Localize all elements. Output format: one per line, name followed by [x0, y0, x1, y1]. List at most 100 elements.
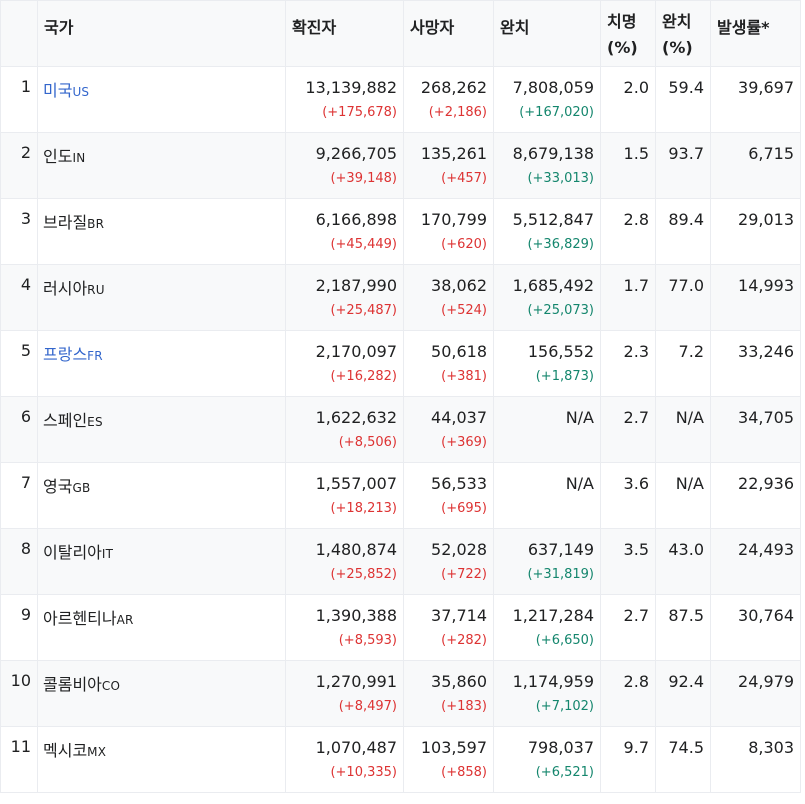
deaths-delta: (+381)	[441, 369, 487, 384]
country-cell[interactable]: 미국US	[37, 66, 286, 133]
confirmed-value: 2,187,990	[315, 276, 397, 295]
confirmed-delta: (+25,487)	[330, 303, 397, 318]
incidence-value: 6,715	[748, 144, 794, 163]
confirmed-value: 1,480,874	[315, 540, 397, 559]
header-row: 국가 확진자 사망자 완치 치명 (%) 완치 (%) 발생률*	[0, 0, 801, 67]
country-name-link[interactable]: 프랑스FR	[43, 345, 103, 364]
country-name-link[interactable]: 미국US	[43, 81, 89, 100]
header-recovered[interactable]: 완치	[493, 0, 601, 67]
header-country[interactable]: 국가	[37, 0, 286, 67]
country-cell: 러시아RU	[37, 264, 286, 331]
country-code: GB	[72, 481, 91, 495]
fatality-cell: 2.7	[600, 594, 656, 661]
deaths-delta: (+183)	[441, 699, 487, 714]
confirmed-value: 6,166,898	[315, 210, 397, 229]
deaths-delta: (+620)	[441, 237, 487, 252]
recovered-delta: (+33,013)	[527, 171, 594, 186]
rank-cell: 7	[0, 462, 38, 529]
header-deaths[interactable]: 사망자	[403, 0, 494, 67]
fatality-cell: 2.8	[600, 660, 656, 727]
country-name: 영국GB	[43, 477, 90, 496]
header-confirmed[interactable]: 확진자	[285, 0, 404, 67]
deaths-cell: 35,860 (+183)	[403, 660, 494, 727]
recovery-rate-cell: 92.4	[655, 660, 711, 727]
recovery-rate-cell: N/A	[655, 396, 711, 463]
rank-cell: 8	[0, 528, 38, 595]
confirmed-cell: 2,170,097 (+16,282)	[285, 330, 404, 397]
deaths-delta: (+369)	[441, 435, 487, 450]
country-cell: 아르헨티나AR	[37, 594, 286, 661]
deaths-cell: 52,028 (+722)	[403, 528, 494, 595]
country-cell: 이탈리아IT	[37, 528, 286, 595]
country-code: AR	[116, 613, 134, 627]
header-recovery-rate-unit: (%)	[662, 38, 693, 57]
recovery-rate-cell: 7.2	[655, 330, 711, 397]
incidence-cell: 14,993	[710, 264, 801, 331]
country-name: 멕시코MX	[43, 741, 106, 760]
deaths-value: 170,799	[420, 210, 487, 229]
header-recovery-rate-label: 완치	[662, 12, 692, 31]
recovered-value: 1,174,959	[512, 672, 594, 691]
recovered-value: 1,685,492	[512, 276, 594, 295]
deaths-cell: 103,597 (+858)	[403, 726, 494, 793]
recovery-rate-value: 43.0	[668, 540, 704, 559]
rank-cell: 4	[0, 264, 38, 331]
deaths-delta: (+282)	[441, 633, 487, 648]
header-fatality-unit: (%)	[607, 38, 638, 57]
confirmed-delta: (+16,282)	[330, 369, 397, 384]
recovery-rate-value: 77.0	[668, 276, 704, 295]
confirmed-value: 1,390,388	[315, 606, 397, 625]
country-cell: 브라질BR	[37, 198, 286, 265]
country-cell[interactable]: 프랑스FR	[37, 330, 286, 397]
deaths-value: 38,062	[431, 276, 487, 295]
deaths-value: 103,597	[420, 738, 487, 757]
country-cell: 멕시코MX	[37, 726, 286, 793]
confirmed-delta: (+8,497)	[338, 699, 397, 714]
deaths-cell: 170,799 (+620)	[403, 198, 494, 265]
table-row: 9 아르헨티나AR 1,390,388 (+8,593) 37,714 (+28…	[0, 594, 801, 661]
fatality-cell: 2.0	[600, 66, 656, 133]
header-recovery-rate[interactable]: 완치 (%)	[655, 0, 711, 67]
deaths-value: 135,261	[420, 144, 487, 163]
deaths-cell: 37,714 (+282)	[403, 594, 494, 661]
confirmed-value: 2,170,097	[315, 342, 397, 361]
rank-cell: 10	[0, 660, 38, 727]
confirmed-delta: (+10,335)	[330, 765, 397, 780]
incidence-value: 29,013	[738, 210, 794, 229]
recovery-rate-cell: 77.0	[655, 264, 711, 331]
deaths-delta: (+722)	[441, 567, 487, 582]
incidence-value: 34,705	[738, 408, 794, 427]
country-label: 이탈리아	[43, 543, 102, 562]
deaths-cell: 50,618 (+381)	[403, 330, 494, 397]
recovery-rate-value: 7.2	[678, 342, 704, 361]
confirmed-value: 9,266,705	[315, 144, 397, 163]
recovered-delta: (+167,020)	[519, 105, 594, 120]
table-row: 4 러시아RU 2,187,990 (+25,487) 38,062 (+524…	[0, 264, 801, 331]
country-label: 미국	[43, 81, 73, 100]
table-row: 7 영국GB 1,557,007 (+18,213) 56,533 (+695)…	[0, 462, 801, 529]
fatality-value: 1.5	[623, 144, 649, 163]
incidence-value: 8,303	[748, 738, 794, 757]
table-row: 1 미국US 13,139,882 (+175,678) 268,262 (+2…	[0, 66, 801, 133]
header-incidence[interactable]: 발생률*	[710, 0, 801, 67]
deaths-value: 37,714	[431, 606, 487, 625]
country-name: 아르헨티나AR	[43, 609, 134, 628]
fatality-cell: 9.7	[600, 726, 656, 793]
header-fatality[interactable]: 치명 (%)	[600, 0, 656, 67]
recovered-cell: 5,512,847 (+36,829)	[493, 198, 601, 265]
deaths-value: 52,028	[431, 540, 487, 559]
confirmed-value: 13,139,882	[305, 78, 397, 97]
recovery-rate-cell: 89.4	[655, 198, 711, 265]
confirmed-cell: 1,270,991 (+8,497)	[285, 660, 404, 727]
confirmed-delta: (+18,213)	[330, 501, 397, 516]
confirmed-cell: 9,266,705 (+39,148)	[285, 132, 404, 199]
deaths-cell: 38,062 (+524)	[403, 264, 494, 331]
recovered-cell: 8,679,138 (+33,013)	[493, 132, 601, 199]
recovered-value: 798,037	[527, 738, 594, 757]
recovery-rate-value: 87.5	[668, 606, 704, 625]
incidence-value: 22,936	[738, 474, 794, 493]
country-code: BR	[87, 217, 105, 231]
deaths-delta: (+858)	[441, 765, 487, 780]
fatality-value: 9.7	[623, 738, 649, 757]
confirmed-delta: (+8,506)	[338, 435, 397, 450]
